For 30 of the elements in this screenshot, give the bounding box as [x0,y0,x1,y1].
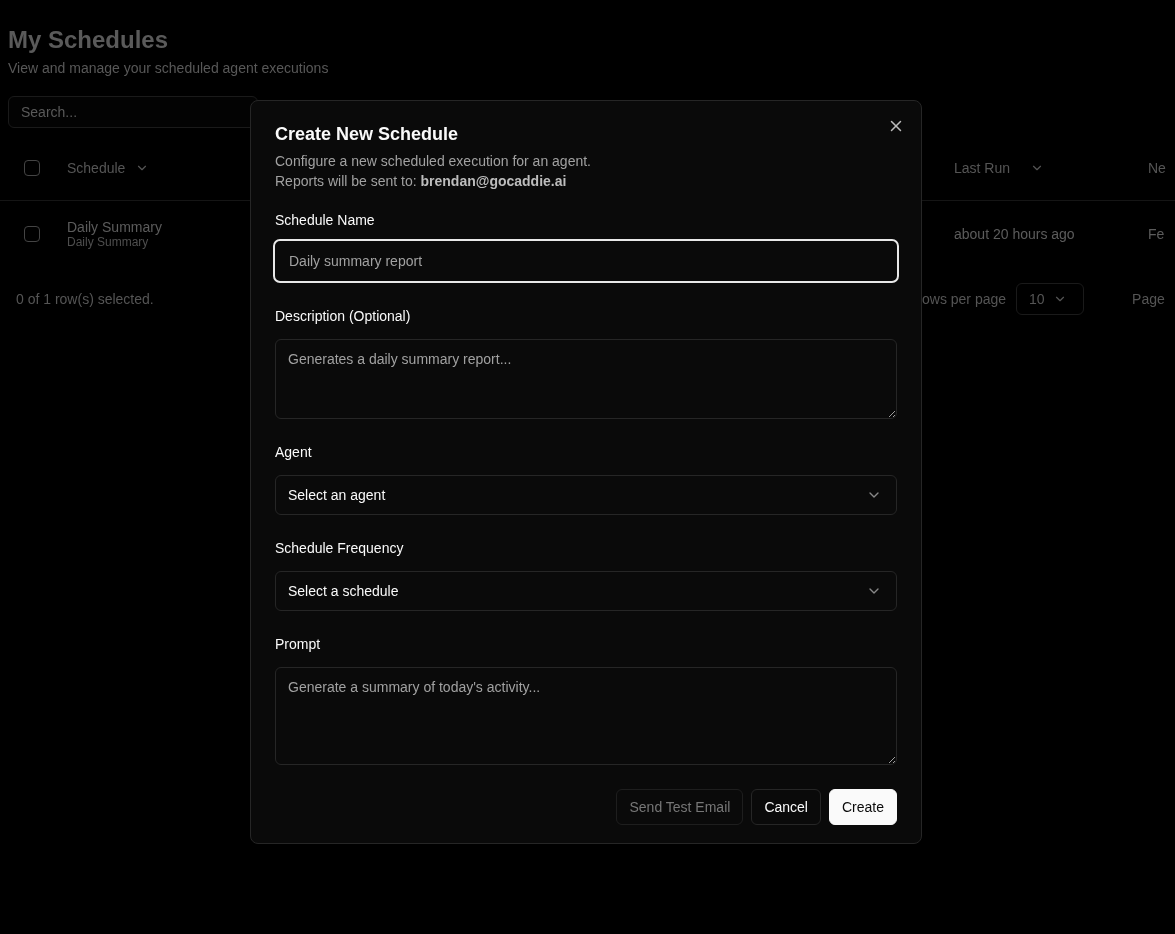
page-subtitle: View and manage your scheduled agent executions [8,60,330,76]
field-label: Prompt [275,635,322,653]
text-area[interactable]: Generate a summary of today's activity... [275,667,897,765]
table-cell: about 20 hours ago [954,226,1075,242]
dialog-description: Configure a new scheduled execution for an agent. Reports will be sent to: brendan@gocaddie.ai [275,152,592,191]
field-label: Schedule Name [275,211,376,229]
text-input[interactable]: Daily summary report [273,239,899,283]
table-cell: Fe [1148,226,1165,242]
column-header[interactable]: Last Run [954,160,1045,176]
column-header[interactable]: Ne [1148,160,1166,176]
field-label: Agent [275,443,313,461]
page-title: My Schedules [8,26,170,54]
rows-per-page-label: ows per page [922,291,1007,307]
column-header[interactable]: Schedule [67,160,150,176]
field-label: Description (Optional) [275,307,412,325]
dialog-title: Create New Schedule [275,123,460,145]
text-area[interactable]: Generates a daily summary report... [275,339,897,419]
field-label: Schedule Frequency [275,539,405,557]
cancel-button[interactable]: Cancel [751,789,821,825]
checkbox[interactable] [24,226,40,242]
select-dropdown[interactable]: Select a schedule [275,571,897,611]
table-cell: Daily Summary [67,235,149,249]
checkbox[interactable] [24,160,40,176]
create-button[interactable]: Create [828,789,897,825]
selection-count: 0 of 1 row(s) selected. [16,291,155,307]
rows-per-page-select[interactable]: 10 [1016,283,1085,315]
search-field[interactable]: Search... [8,96,258,128]
select-dropdown[interactable]: Select an agent [275,475,897,515]
page-label: Page [1132,291,1165,307]
table-cell: Daily Summary [67,219,162,235]
